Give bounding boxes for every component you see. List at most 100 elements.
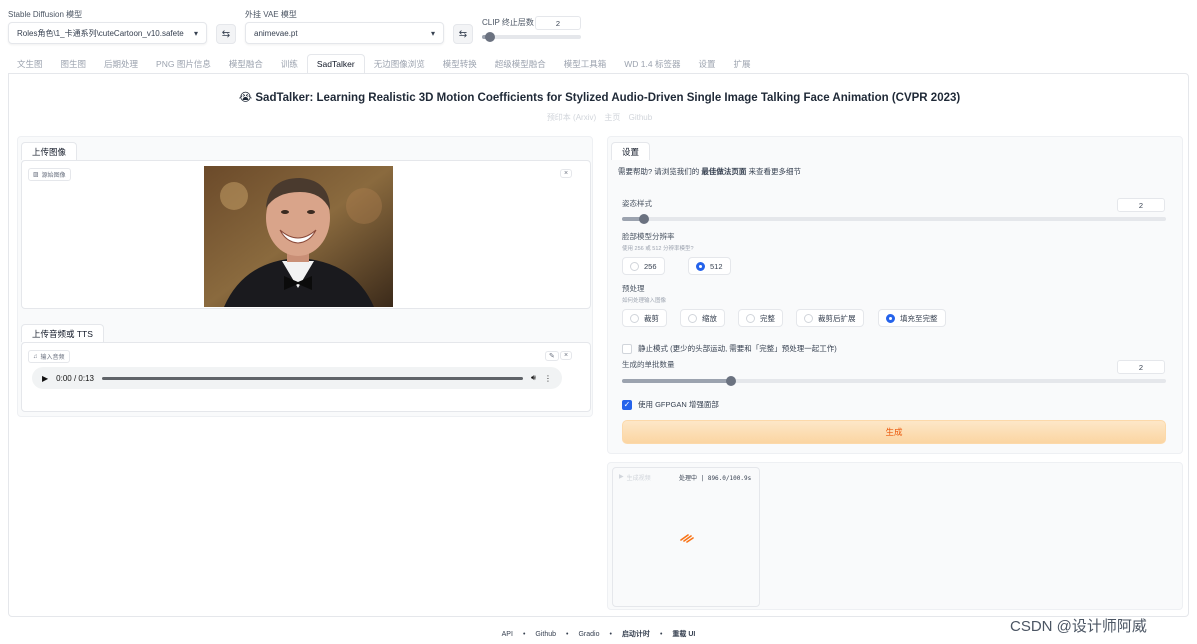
radio-dot[interactable]	[886, 313, 895, 323]
tab-7[interactable]: 无边图像浏览	[365, 54, 434, 74]
tab-9[interactable]: 超级模型融合	[486, 54, 555, 74]
audio-upload-box: ♫ 输入音频 ✎ × ▶ 0:00 / 0:13 🔊︎ ⋮	[21, 342, 591, 412]
tab-11[interactable]: WD 1.4 标签器	[615, 54, 689, 74]
more-icon[interactable]: ⋮	[544, 374, 552, 383]
best-practice-link[interactable]: 最佳做法页面	[701, 167, 746, 176]
clip-number-input[interactable]: 2	[535, 16, 581, 30]
loading-spinner-icon	[680, 534, 694, 543]
tab-1[interactable]: 图生图	[52, 54, 96, 74]
play-icon[interactable]: ▶	[42, 374, 48, 383]
edit-icon[interactable]: ✎	[545, 351, 559, 361]
audio-player: ▶ 0:00 / 0:13 🔊︎ ⋮	[32, 367, 562, 389]
pose-style-input[interactable]: 2	[1117, 198, 1165, 212]
footer-link-2[interactable]: Gradio	[578, 631, 599, 638]
resolution-option-0[interactable]: 256	[622, 257, 665, 275]
tab-4[interactable]: 模型融合	[220, 54, 272, 74]
github-link[interactable]: Github	[629, 113, 653, 122]
footer-separator: •	[659, 631, 663, 638]
vae-label: 外挂 VAE 模型	[245, 10, 297, 19]
preprocess-option-label: 完整	[760, 313, 775, 323]
preprocess-option-3[interactable]: 裁剪后扩展	[796, 309, 864, 327]
batch-slider-fill	[622, 379, 731, 383]
tab-upload-audio[interactable]: 上传音频或 TTS	[21, 324, 104, 342]
tab-2[interactable]: 后期处理	[95, 54, 147, 74]
batch-size-label: 生成的单批数量	[622, 360, 675, 369]
arxiv-link[interactable]: 预印本 (Arxiv)	[547, 113, 596, 122]
footer-link-3[interactable]: 启动计时	[622, 631, 650, 638]
image-icon: ▨	[33, 172, 39, 178]
footer-link-0[interactable]: API	[502, 631, 513, 638]
audio-time: 0:00 / 0:13	[56, 373, 94, 383]
radio-dot[interactable]	[804, 313, 813, 323]
pose-slider-knob[interactable]	[638, 214, 649, 224]
pose-style-slider[interactable]	[622, 214, 1166, 224]
tab-0[interactable]: 文生图	[8, 54, 52, 74]
tab-13[interactable]: 扩展	[724, 54, 759, 74]
tab-6[interactable]: SadTalker	[306, 54, 365, 74]
gfpgan-checkbox[interactable]: ✓ 使用 GFPGAN 增强面部	[622, 399, 719, 410]
sd-model-select[interactable]: Roles角色\1_卡通系列\cuteCartoon_v10.safete ▾	[8, 22, 207, 44]
video-chip: ▶ 生成视频	[619, 474, 651, 482]
homepage-link[interactable]: 主页	[604, 113, 620, 122]
batch-slider-knob[interactable]	[725, 376, 736, 386]
batch-size-slider[interactable]	[622, 376, 1166, 386]
preprocess-option-0[interactable]: 裁剪	[622, 309, 667, 327]
tab-3[interactable]: PNG 图片信息	[147, 54, 220, 74]
tab-upload-image[interactable]: 上传图像	[21, 142, 78, 160]
checkbox-box[interactable]	[622, 343, 632, 354]
footer-separator: •	[609, 631, 612, 638]
tab-8[interactable]: 模型转换	[434, 54, 486, 74]
radio-dot[interactable]	[746, 313, 755, 323]
preprocess-option-label: 裁剪后扩展	[818, 313, 856, 323]
resolution-option-1[interactable]: 512	[688, 257, 731, 275]
refresh-model-icon[interactable]: ⇆	[216, 24, 236, 44]
radio-dot[interactable]	[630, 313, 639, 323]
tab-settings[interactable]: 设置	[611, 142, 651, 160]
footer-link-4[interactable]: 重载 UI	[672, 631, 695, 638]
close-icon[interactable]: ×	[560, 351, 573, 360]
audio-scrubber[interactable]	[101, 376, 523, 380]
vae-value: animevae.pt	[254, 28, 298, 38]
radio-dot[interactable]	[696, 261, 705, 271]
preprocess-option-label: 填充至完整	[900, 313, 938, 323]
clip-label: CLIP 终止层数	[482, 18, 534, 27]
generate-button[interactable]: 生成	[622, 420, 1166, 444]
preprocess-label: 预处理	[622, 284, 645, 293]
chevron-down-icon: ▾	[430, 28, 435, 38]
video-icon: ▶	[619, 474, 624, 480]
footer-separator: •	[522, 631, 526, 638]
watermark-text: CSDN @设计师阿威	[1010, 618, 1147, 635]
tab-10[interactable]: 模型工具箱	[555, 54, 616, 74]
batch-size-input[interactable]: 2	[1117, 360, 1165, 374]
radio-dot[interactable]	[688, 313, 697, 323]
refresh-vae-icon[interactable]: ⇆	[453, 24, 473, 44]
left-column: 上传图像 ▨ 源始图像 × 上传音频或 TTS ♫ 输入音频 ✎ × ▶ 0:0…	[17, 136, 593, 417]
clip-slider-knob[interactable]	[484, 32, 495, 42]
preprocess-option-2[interactable]: 完整	[738, 309, 783, 327]
tab-12[interactable]: 设置	[689, 54, 724, 74]
vae-select[interactable]: animevae.pt ▾	[245, 22, 444, 44]
check-icon[interactable]: ✓	[622, 399, 632, 410]
video-output-box: ▶ 生成视频 处理中 | 896.0/100.9s	[612, 467, 760, 607]
still-mode-checkbox[interactable]: 静止模式 (更少的头部运动, 需要和「完整」预处理一起工作)	[622, 343, 837, 354]
close-icon[interactable]: ×	[560, 169, 573, 178]
volume-icon[interactable]: 🔊︎	[531, 373, 536, 383]
music-note-icon: ♫	[33, 353, 38, 360]
footer-link-1[interactable]: Github	[535, 631, 556, 638]
face-resolution-label: 脸部模型分辨率	[622, 232, 675, 241]
preprocess-option-label: 缩放	[702, 313, 717, 323]
clip-slider[interactable]	[482, 32, 581, 42]
preprocess-option-4[interactable]: 填充至完整	[878, 309, 946, 327]
crying-face-icon: 😭	[238, 92, 253, 104]
radio-dot[interactable]	[630, 261, 639, 271]
sd-model-value: Roles角色\1_卡通系列\cuteCartoon_v10.safete	[17, 28, 184, 38]
image-chip: ▨ 源始图像	[28, 168, 71, 181]
preprocess-option-1[interactable]: 缩放	[680, 309, 725, 327]
tab-5[interactable]: 训练	[272, 54, 307, 74]
settings-column: 设置 需要帮助? 请浏览我们的 最佳做法页面 来查看更多细节 姿态样式 2 脸部…	[607, 136, 1183, 454]
preprocess-hint: 如何处理输入图像	[622, 298, 667, 304]
pose-style-label: 姿态样式	[622, 199, 652, 208]
chevron-down-icon: ▾	[193, 28, 198, 38]
image-upload-box[interactable]: ▨ 源始图像 ×	[21, 160, 591, 309]
uploaded-portrait-image	[204, 166, 393, 307]
